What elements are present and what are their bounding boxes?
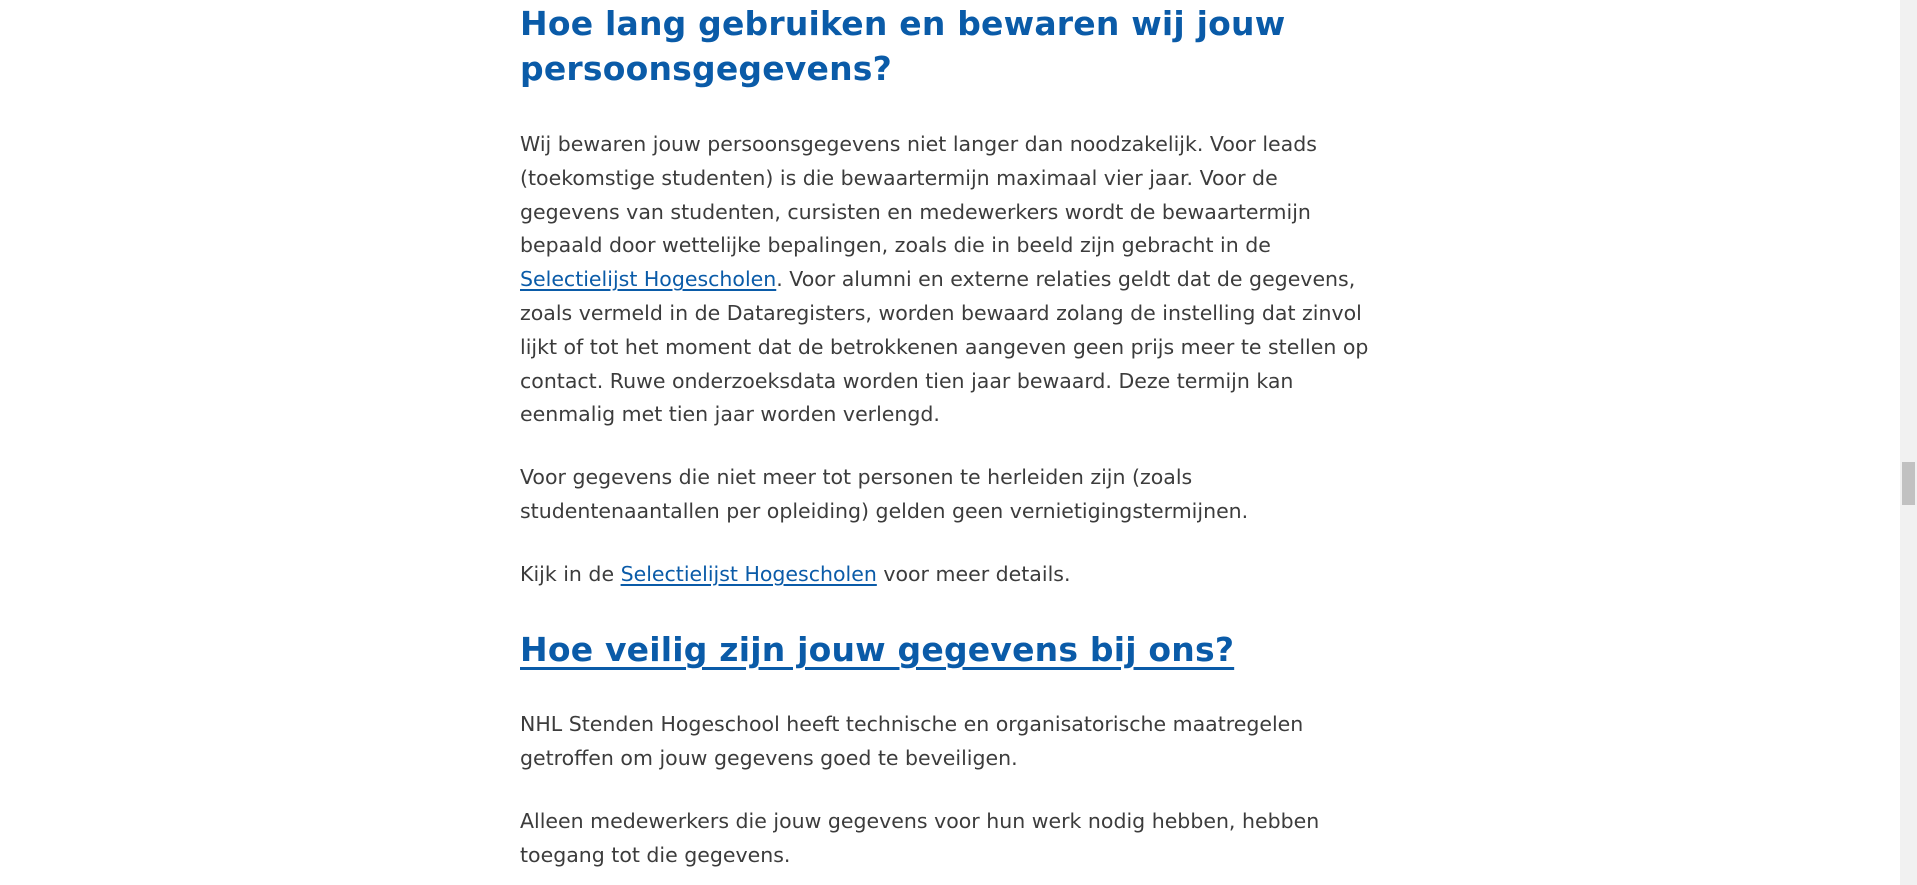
scrollbar-thumb[interactable] [1902, 462, 1915, 505]
selectielijst-hogescholen-link[interactable]: Selectielijst Hogescholen [520, 267, 776, 291]
retention-paragraph: Wij bewaren jouw persoonsgegevens niet l… [520, 128, 1380, 432]
section-heading-security: Hoe veilig zijn jouw gegevens bij ons? [520, 627, 1380, 672]
vertical-scrollbar[interactable] [1900, 0, 1917, 885]
details-text-part1: Kijk in de [520, 562, 621, 586]
details-paragraph: Kijk in de Selectielijst Hogescholen voo… [520, 558, 1380, 592]
security-measures-paragraph: NHL Stenden Hogeschool heeft technische … [520, 712, 1304, 770]
section-heading-retention: Hoe lang gebruiken en bewaren wij jouw p… [520, 4, 1286, 88]
retention-text-part1: Wij bewaren jouw persoonsgegevens niet l… [520, 132, 1317, 258]
no-destruction-paragraph: Voor gegevens die niet meer tot personen… [520, 465, 1249, 523]
access-paragraph: Alleen medewerkers die jouw gegevens voo… [520, 809, 1320, 867]
security-heading-link[interactable]: Hoe veilig zijn jouw gegevens bij ons? [520, 630, 1234, 669]
selectielijst-hogescholen-details-link[interactable]: Selectielijst Hogescholen [621, 562, 877, 586]
details-text-part2: voor meer details. [876, 562, 1071, 586]
